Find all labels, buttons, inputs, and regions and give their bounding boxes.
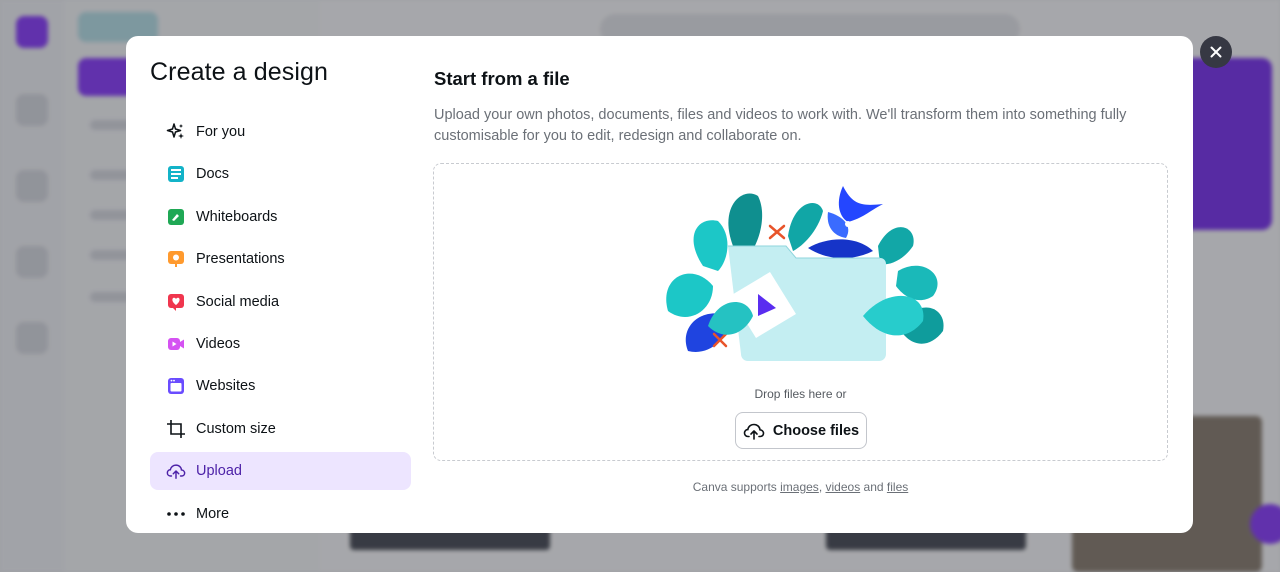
sidebar-item-label: Upload (196, 463, 242, 480)
pane-description: Upload your own photos, documents, files… (434, 107, 1127, 144)
pane-title: Start from a file (434, 68, 570, 89)
sidebar-item-websites[interactable]: Websites (150, 367, 411, 405)
images-link[interactable]: images (780, 480, 819, 494)
more-dots-icon (166, 504, 186, 524)
crop-icon (166, 419, 186, 439)
sidebar-item-label: Videos (196, 335, 241, 352)
sidebar-item-label: Websites (196, 378, 256, 395)
website-icon (166, 376, 186, 396)
sidebar-item-label: Docs (196, 166, 230, 183)
supports-prefix: Canva supports (692, 480, 777, 494)
close-icon (1210, 46, 1222, 58)
sidebar-item-videos[interactable]: Videos (150, 325, 411, 363)
heart-icon (166, 292, 186, 312)
cloud-upload-icon (166, 461, 186, 481)
sidebar-item-more[interactable]: More (150, 495, 411, 533)
sidebar-item-upload[interactable]: Upload (150, 452, 411, 491)
cloud-upload-icon (743, 423, 765, 440)
supports-comma: , (818, 480, 823, 494)
sidebar-item-label: For you (196, 124, 246, 140)
sidebar-item-presentations[interactable]: Presentations (150, 240, 411, 278)
sidebar-item-custom-size[interactable]: Custom size (150, 410, 411, 448)
design-type-list: For you Docs Whiteboards Presentations S… (150, 113, 411, 533)
presentation-icon (166, 249, 186, 269)
upload-illustration (666, 186, 944, 361)
dialog-title: Create a design (150, 58, 329, 86)
videos-link[interactable]: videos (826, 480, 861, 494)
video-icon (166, 334, 186, 354)
sidebar-item-whiteboards[interactable]: Whiteboards (150, 198, 411, 236)
close-button[interactable] (1200, 36, 1232, 68)
whiteboard-icon (166, 207, 186, 227)
sparkle-icon (166, 122, 186, 142)
sidebar-item-docs[interactable]: Docs (150, 155, 411, 193)
drop-files-text: Drop files here or (754, 387, 847, 401)
choose-files-button[interactable]: Choose files (735, 412, 867, 449)
sidebar-item-label: Presentations (196, 251, 285, 268)
file-dropzone[interactable]: Drop files here or Choose files (433, 163, 1168, 461)
choose-files-label: Choose files (772, 422, 860, 439)
supports-and: and (863, 480, 884, 494)
sidebar-item-label: Social media (196, 293, 280, 310)
sidebar-item-social-media[interactable]: Social media (150, 283, 411, 321)
create-design-dialog: Create a design For you Docs Whiteboards… (126, 36, 1193, 533)
upload-pane: Start from a file Upload your own photos… (433, 36, 1170, 533)
supported-formats-note: Canva supports images, videos and files (433, 480, 1168, 494)
files-link[interactable]: files (887, 480, 908, 494)
sidebar-item-for-you[interactable]: For you (150, 113, 411, 151)
sidebar-item-label: Whiteboards (196, 208, 278, 225)
sidebar-item-label: More (196, 505, 230, 522)
sidebar-item-label: Custom size (196, 420, 276, 437)
docs-icon (166, 164, 186, 184)
